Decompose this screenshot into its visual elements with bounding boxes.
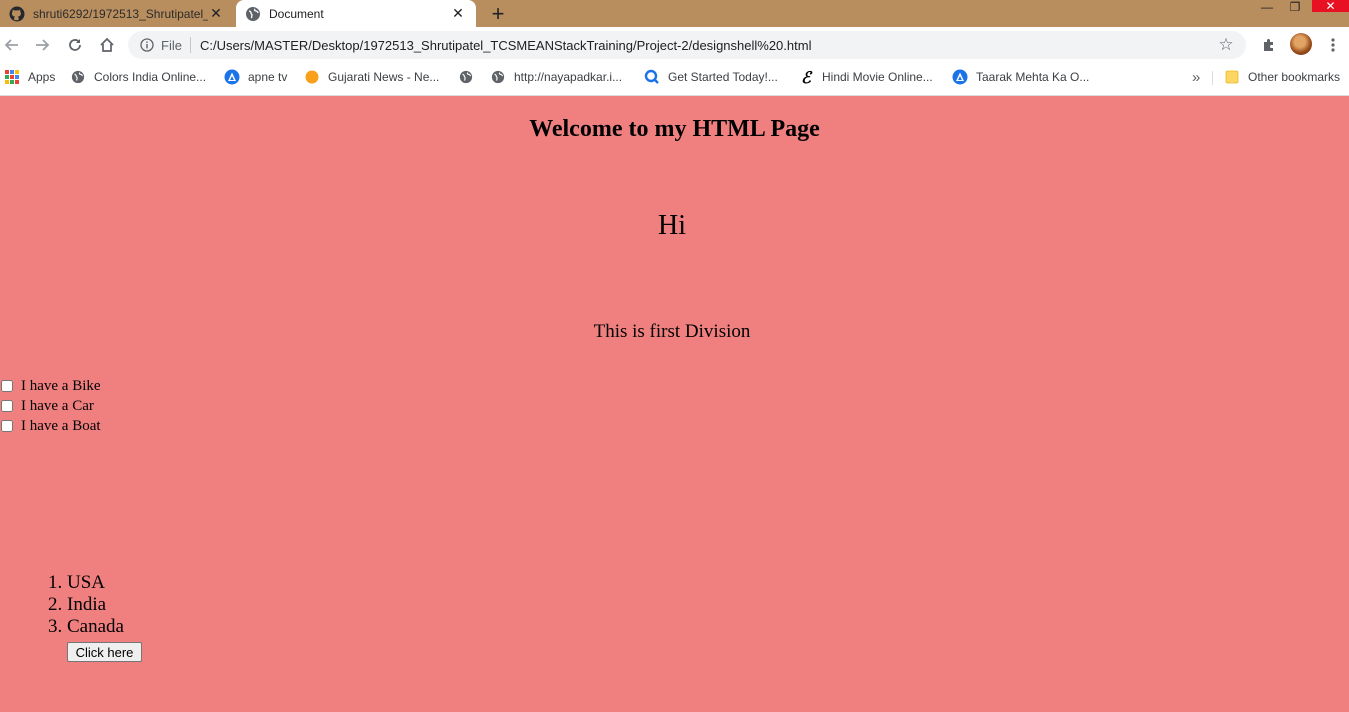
bookmark-label: Hindi Movie Online... bbox=[822, 70, 933, 84]
forward-arrow-icon[interactable] bbox=[30, 33, 54, 57]
scheme-label: File bbox=[161, 37, 182, 53]
globe-icon bbox=[70, 69, 86, 85]
bookmark-label: Get Started Today!... bbox=[668, 70, 778, 84]
bookmark-unnamed[interactable] bbox=[458, 63, 482, 91]
star-icon[interactable]: ☆ bbox=[1216, 35, 1236, 55]
home-icon[interactable] bbox=[95, 33, 119, 57]
page-content: Welcome to my HTML Page Hi This is first… bbox=[0, 96, 1349, 712]
script-e-icon: ℰ bbox=[801, 67, 811, 87]
list-item: India bbox=[67, 594, 124, 616]
list-item: Canada bbox=[67, 616, 124, 638]
greeting-text: Hi bbox=[658, 210, 686, 241]
checkbox-row-car: I have a Car bbox=[0, 396, 101, 416]
bookmark-label: Colors India Online... bbox=[94, 70, 207, 84]
globe-icon bbox=[458, 69, 474, 85]
bookmark-colors-india[interactable]: Colors India Online... bbox=[70, 63, 206, 91]
orange-circle-icon bbox=[304, 69, 320, 85]
window-close-icon[interactable]: ✕ bbox=[1312, 0, 1349, 13]
checkbox-row-bike: I have a Bike bbox=[0, 376, 101, 396]
more-menu-icon[interactable] bbox=[1321, 33, 1345, 57]
bookmark-label: http://nayapadkar.i... bbox=[514, 70, 623, 84]
folder-icon bbox=[1224, 69, 1240, 85]
checkbox-label: I have a Boat bbox=[21, 417, 101, 434]
click-here-button[interactable]: Click here bbox=[67, 642, 142, 662]
checkbox-row-boat: I have a Boat bbox=[0, 416, 101, 436]
bookmarks-overflow-button[interactable]: » bbox=[1192, 63, 1200, 91]
separator bbox=[1212, 71, 1213, 85]
url-text[interactable]: C:/Users/MASTER/Desktop/1972513_Shrutipa… bbox=[200, 38, 1216, 53]
reload-icon[interactable] bbox=[63, 33, 87, 57]
bookmark-nayapadkar[interactable]: http://nayapadkar.i... bbox=[490, 63, 622, 91]
triangle-logo-icon bbox=[224, 69, 240, 85]
tab-document[interactable]: Document ✕ bbox=[236, 0, 476, 27]
back-arrow-icon[interactable] bbox=[0, 33, 24, 57]
bookmark-label: Gujarati News - Ne... bbox=[328, 70, 440, 84]
bookmark-label: Other bookmarks bbox=[1248, 70, 1341, 84]
other-bookmarks[interactable]: Other bookmarks bbox=[1224, 63, 1340, 91]
bookmarks-bar: Apps Colors India Online... apne tv Guja… bbox=[0, 63, 1349, 96]
tab-title: shruti6292/1972513_Shrutipatel_ bbox=[33, 6, 208, 21]
globe-icon bbox=[245, 6, 261, 22]
search-q-icon bbox=[644, 69, 660, 85]
bookmark-get-started[interactable]: Get Started Today!... bbox=[644, 63, 778, 91]
list-item: USA bbox=[67, 572, 124, 594]
page-heading: Welcome to my HTML Page bbox=[529, 116, 820, 142]
tab-strip: shruti6292/1972513_Shrutipatel_ ✕ Docume… bbox=[0, 0, 1349, 27]
maximize-icon[interactable]: ❐ bbox=[1286, 0, 1304, 14]
close-icon[interactable]: ✕ bbox=[450, 5, 466, 22]
checkbox-label: I have a Car bbox=[21, 397, 94, 414]
close-icon[interactable]: ✕ bbox=[208, 5, 224, 22]
bookmark-apps[interactable]: Apps bbox=[4, 63, 55, 91]
extensions-puzzle-icon[interactable] bbox=[1257, 33, 1281, 57]
info-icon[interactable] bbox=[139, 37, 155, 53]
new-tab-button[interactable]: + bbox=[486, 1, 510, 26]
triangle-logo-icon bbox=[952, 69, 968, 85]
division-text: This is first Division bbox=[593, 321, 751, 342]
bookmark-hindi-movie[interactable]: ℰ Hindi Movie Online... bbox=[798, 63, 933, 91]
tab-github[interactable]: shruti6292/1972513_Shrutipatel_ ✕ bbox=[0, 0, 234, 27]
bookmark-taarak-mehta[interactable]: Taarak Mehta Ka O... bbox=[952, 63, 1089, 91]
boat-checkbox[interactable] bbox=[1, 420, 13, 432]
bookmark-apne-tv[interactable]: apne tv bbox=[224, 63, 287, 91]
browser-toolbar: File C:/Users/MASTER/Desktop/1972513_Shr… bbox=[0, 27, 1349, 63]
address-bar[interactable]: File C:/Users/MASTER/Desktop/1972513_Shr… bbox=[128, 31, 1246, 59]
bookmark-label: Taarak Mehta Ka O... bbox=[976, 70, 1090, 84]
apps-grid-icon bbox=[4, 69, 20, 85]
checkbox-label: I have a Bike bbox=[21, 377, 101, 394]
globe-icon bbox=[490, 69, 506, 85]
checkbox-group: I have a Bike I have a Car I have a Boat bbox=[0, 376, 101, 436]
separator bbox=[189, 37, 191, 53]
minimize-icon[interactable]: — bbox=[1258, 0, 1276, 14]
tab-title: Document bbox=[269, 6, 324, 21]
bike-checkbox[interactable] bbox=[1, 380, 13, 392]
bookmark-gujarati-news[interactable]: Gujarati News - Ne... bbox=[304, 63, 439, 91]
country-list: USA India Canada bbox=[43, 572, 124, 638]
profile-avatar[interactable] bbox=[1290, 33, 1312, 55]
bookmark-label: Apps bbox=[28, 70, 56, 84]
bookmark-label: apne tv bbox=[248, 70, 288, 84]
github-icon bbox=[9, 6, 25, 22]
car-checkbox[interactable] bbox=[1, 400, 13, 412]
